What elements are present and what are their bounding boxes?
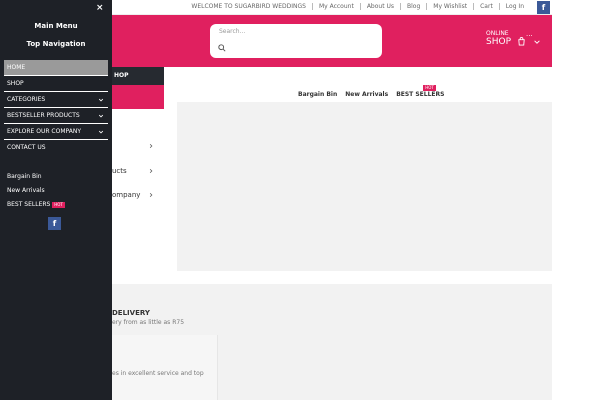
online-shop-button[interactable]: ONLINE SHOP xyxy=(486,31,511,47)
my-wishlist-link[interactable]: My Wishlist xyxy=(433,3,467,10)
chevron-down-icon[interactable] xyxy=(98,97,104,103)
secondary-nav: Bargain Bin New Arrivals BEST SELLERS HO… xyxy=(298,85,452,98)
nav-new-arrivals[interactable]: New Arrivals xyxy=(345,91,388,98)
pink-banner xyxy=(112,85,164,109)
drawer-link-best-sellers[interactable]: BEST SELLERS HOT xyxy=(7,198,65,212)
drawer-link-new-arrivals[interactable]: New Arrivals xyxy=(7,184,65,198)
nav-best-sellers-label: BEST SELLERS xyxy=(396,91,445,98)
drawer-menu: HOME SHOP CATEGORIES BESTSELLER PRODUCTS… xyxy=(4,60,108,156)
drawer-item-label: CONTACT US xyxy=(7,144,46,151)
chevron-down-icon[interactable] xyxy=(98,129,104,135)
top-bar: WELCOME TO SUGARBIRD WEDDINGS My Account… xyxy=(112,0,552,15)
drawer-item-label: EXPLORE OUR COMPANY xyxy=(7,128,82,135)
shop-category-bar[interactable]: HOP xyxy=(112,67,164,85)
chevron-down-icon[interactable] xyxy=(98,113,104,119)
nav-bargain-bin[interactable]: Bargain Bin xyxy=(298,91,337,98)
drawer-item-label: HOME xyxy=(7,64,26,71)
log-in-link[interactable]: Log In xyxy=(506,3,524,10)
menu-fragment: ucts xyxy=(112,167,127,175)
shop-category-label: HOP xyxy=(114,72,129,79)
cart-link[interactable]: Cart xyxy=(480,3,493,10)
chevron-down-icon[interactable] xyxy=(533,38,541,46)
top-navigation-title[interactable]: Top Navigation xyxy=(0,40,112,48)
divider xyxy=(359,3,361,10)
drawer-item-label: BESTSELLER PRODUCTS xyxy=(7,112,80,119)
drawer-item-label: SHOP xyxy=(7,80,24,87)
search-icon[interactable] xyxy=(218,44,226,52)
cart-count: ... xyxy=(526,30,533,38)
about-us-link[interactable]: About Us xyxy=(367,3,394,10)
drawer-item-label: CATEGORIES xyxy=(7,96,46,103)
delivery-title: DELIVERY xyxy=(112,309,150,317)
my-account-link[interactable]: My Account xyxy=(319,3,354,10)
chevron-right-icon xyxy=(149,143,153,149)
facebook-icon[interactable]: f xyxy=(48,217,61,230)
drawer-item-bestseller-products[interactable]: BESTSELLER PRODUCTS xyxy=(4,108,108,124)
divider xyxy=(498,3,500,10)
welcome-text: WELCOME TO SUGARBIRD WEDDINGS xyxy=(191,3,306,10)
divider xyxy=(400,3,401,10)
banner-slider xyxy=(177,102,552,271)
drawer-item-shop[interactable]: SHOP xyxy=(4,76,108,92)
main-menu-title[interactable]: Main Menu xyxy=(0,22,112,30)
facebook-icon[interactable]: f xyxy=(537,1,550,14)
close-icon[interactable]: × xyxy=(96,3,104,13)
service-text: es in excellent service and top xyxy=(112,370,204,377)
menu-fragment: ompany xyxy=(112,191,141,199)
divider xyxy=(473,3,475,10)
nav-best-sellers[interactable]: BEST SELLERS HOT xyxy=(396,85,445,98)
drawer-item-contact-us[interactable]: CONTACT US xyxy=(4,140,108,156)
page: WELCOME TO SUGARBIRD WEDDINGS My Account… xyxy=(0,0,600,400)
drawer-item-explore-our-company[interactable]: EXPLORE OUR COMPANY xyxy=(4,124,108,140)
blog-link[interactable]: Blog xyxy=(407,3,420,10)
side-drawer: × Main Menu Top Navigation HOME SHOP CAT… xyxy=(0,0,112,400)
hot-badge: HOT xyxy=(423,85,436,91)
divider xyxy=(311,3,313,10)
chevron-right-icon xyxy=(149,168,153,174)
cart-icon[interactable] xyxy=(517,37,526,46)
search-placeholder: Search... xyxy=(219,28,246,35)
divider xyxy=(426,3,428,10)
search-input[interactable]: Search... xyxy=(210,24,382,58)
delivery-subtitle: ery from as little as R75 xyxy=(112,319,185,326)
shop-label: SHOP xyxy=(486,37,511,47)
drawer-link-bargain-bin[interactable]: Bargain Bin xyxy=(7,170,65,184)
drawer-item-home[interactable]: HOME xyxy=(4,60,108,76)
drawer-item-categories[interactable]: CATEGORIES xyxy=(4,92,108,108)
drawer-links: Bargain Bin New Arrivals BEST SELLERS HO… xyxy=(7,170,65,212)
drawer-link-best-sellers-label: BEST SELLERS xyxy=(7,201,51,208)
feature-card xyxy=(112,335,218,400)
top-links: WELCOME TO SUGARBIRD WEDDINGS My Account… xyxy=(191,3,524,10)
chevron-right-icon xyxy=(149,192,153,198)
header: Search... ONLINE SHOP ... xyxy=(112,15,552,67)
hot-badge: HOT xyxy=(52,202,65,208)
